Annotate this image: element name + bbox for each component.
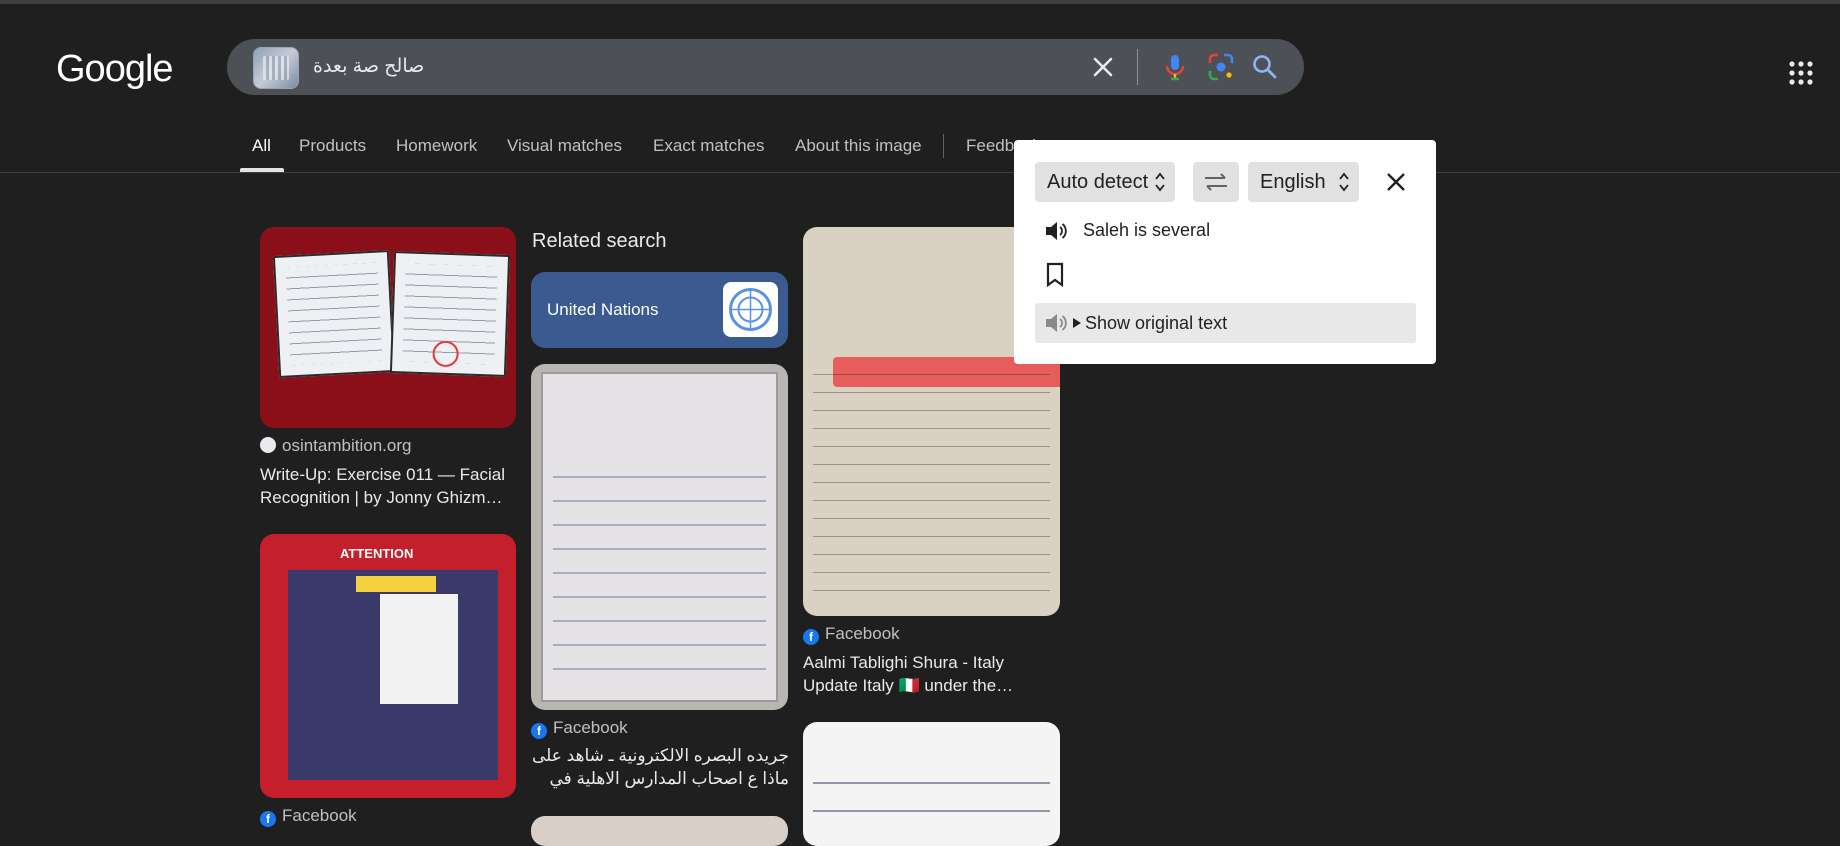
show-original-label: Show original text [1085,313,1228,333]
document-sheet-image [541,372,778,702]
close-icon[interactable] [1382,168,1410,196]
google-apps-icon[interactable] [1788,60,1814,86]
result-image-libyan-agreement[interactable] [803,722,1060,846]
result-image-osintambition[interactable] [260,227,516,428]
search-divider [1137,49,1138,85]
header-divider [0,172,1840,173]
result-title[interactable]: Write-Up: Exercise 011 — Facial Recognit… [260,463,518,509]
result-source[interactable]: f Facebook [260,806,357,827]
osintambition-favicon-icon [260,437,276,453]
swap-icon [1205,173,1227,191]
search-icon[interactable] [1249,51,1281,83]
search-query-text[interactable]: صالح صة بعدة [313,55,424,78]
signature-lines [813,357,1050,606]
related-search-chip[interactable]: United Nations [531,272,788,348]
sort-caret-icon [1155,172,1165,192]
search-bar[interactable]: صالح صة بعدة [227,39,1304,95]
facebook-icon: f [803,629,819,645]
google-lens-icon[interactable] [1205,51,1237,83]
signature-lines [813,756,1050,836]
tab-about-this-image[interactable]: About this image [795,136,922,156]
result-source[interactable]: f Facebook [531,718,628,739]
result-title[interactable]: Aalmi Tablighi Shura - Italy Update Ital… [803,651,1061,697]
tab-visual-matches[interactable]: Visual matches [507,136,622,156]
tab-all[interactable]: All [252,136,271,156]
poster-document-image [380,594,458,704]
speaker-icon[interactable] [1043,218,1069,244]
tab-separator [943,134,944,158]
document-page-image [272,250,396,378]
attention-label: ATTENTION [340,546,414,561]
microphone-icon[interactable] [1159,51,1191,83]
related-search-heading: Related search [532,230,667,252]
speaker-icon[interactable] [1043,310,1069,336]
swap-languages-button[interactable] [1193,162,1239,202]
result-source[interactable]: f Facebook [803,624,900,645]
related-chip-label: United Nations [547,300,659,319]
tab-exact-matches[interactable]: Exact matches [653,136,765,156]
united-nations-logo-icon [723,282,778,337]
result-title[interactable]: جريده البصره الالكترونية ـ شاهد على ماذا… [531,744,789,790]
clear-icon[interactable] [1087,51,1119,83]
result-image-attention-poster[interactable]: ATTENTION [260,534,516,798]
tab-homework[interactable]: Homework [396,136,477,156]
facebook-icon: f [260,811,276,827]
sort-caret-icon [1339,172,1349,192]
poster-banner [356,576,436,592]
facebook-icon: f [531,723,547,739]
source-language-select[interactable]: Auto detect [1035,162,1175,202]
bookmark-icon[interactable] [1044,262,1066,288]
translate-popup: Auto detect English Saleh is several Sho… [1014,140,1436,364]
expand-triangle-icon [1073,318,1081,328]
result-image-basra-document[interactable] [531,364,788,710]
target-language-select[interactable]: English [1248,162,1359,202]
document-page-image [389,251,511,377]
result-source[interactable]: osintambition.org [260,436,411,456]
result-image-partial[interactable] [531,816,788,846]
translation-text: Saleh is several [1083,220,1211,240]
search-image-thumbnail[interactable] [253,47,299,89]
tab-products[interactable]: Products [299,136,366,156]
show-original-text-button[interactable]: Show original text [1035,303,1416,343]
google-logo[interactable]: Google [56,48,174,91]
